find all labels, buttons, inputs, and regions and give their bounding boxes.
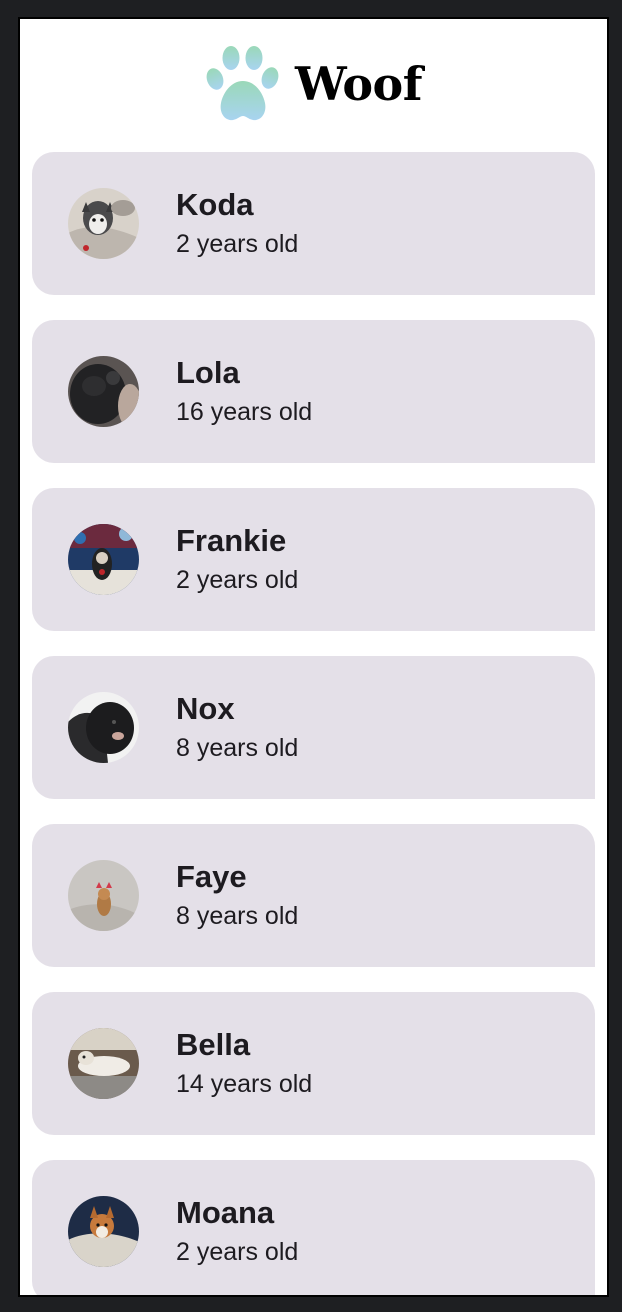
dog-card-koda[interactable]: Koda 2 years old — [32, 152, 595, 295]
dog-name: Frankie — [176, 523, 287, 558]
app-screen: Woof Koda 2 years old Lola 16 years old … — [18, 17, 609, 1297]
dog-age: 8 years old — [176, 902, 299, 930]
dog-age: 2 years old — [176, 230, 299, 258]
dog-avatar — [68, 1028, 139, 1099]
dog-name: Bella — [176, 1027, 251, 1062]
dog-card-faye[interactable]: Faye 8 years old — [32, 824, 595, 967]
dog-age: 2 years old — [176, 1238, 299, 1266]
dog-avatar — [68, 860, 139, 931]
dog-avatar — [68, 692, 139, 763]
dog-card-lola[interactable]: Lola 16 years old — [32, 320, 595, 463]
dog-name: Moana — [176, 1195, 275, 1230]
paw-icon — [206, 46, 279, 121]
top-app-bar: Woof — [20, 19, 607, 149]
dog-card-frankie[interactable]: Frankie 2 years old — [32, 488, 595, 631]
dog-age: 14 years old — [176, 1070, 313, 1098]
dog-card-nox[interactable]: Nox 8 years old — [32, 656, 595, 799]
dog-name: Faye — [176, 859, 247, 894]
dog-name: Lola — [176, 355, 240, 390]
dog-name: Nox — [176, 691, 235, 726]
dog-card-moana[interactable]: Moana 2 years old — [32, 1160, 595, 1295]
dog-age: 8 years old — [176, 734, 299, 762]
dog-age: 16 years old — [176, 398, 313, 426]
dog-avatar — [68, 1196, 139, 1267]
dog-age: 2 years old — [176, 566, 299, 594]
dog-avatar — [68, 356, 139, 427]
dog-avatar — [68, 188, 139, 259]
dog-card-bella[interactable]: Bella 14 years old — [32, 992, 595, 1135]
app-title: Woof — [294, 57, 423, 111]
dog-name: Koda — [176, 187, 254, 222]
dog-avatar — [68, 524, 139, 595]
